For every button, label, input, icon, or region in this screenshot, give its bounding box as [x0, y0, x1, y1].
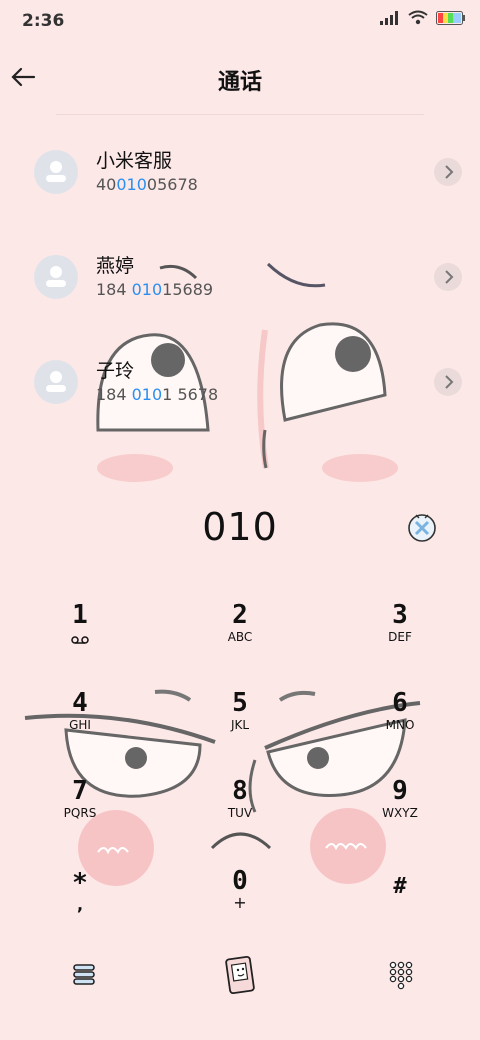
dialpad-key-2[interactable]: 2 ABC	[180, 600, 300, 644]
chevron-right-icon[interactable]	[434, 158, 462, 186]
contact-number: 184 01015689	[96, 280, 214, 299]
avatar	[34, 150, 78, 194]
dialpad-key-7[interactable]: 7 PQRS	[20, 776, 140, 820]
avatar	[34, 360, 78, 404]
chevron-right-icon[interactable]	[434, 368, 462, 396]
wifi-icon	[408, 10, 428, 25]
delete-icon[interactable]	[405, 510, 439, 544]
contact-row[interactable]: 子玲 184 0101 5678	[0, 350, 480, 420]
header-divider	[56, 114, 424, 115]
contact-row[interactable]: 燕婷 184 01015689	[0, 245, 480, 315]
menu-icon[interactable]	[72, 962, 98, 988]
dialpad-key-hash[interactable]: #	[340, 872, 460, 902]
dialpad-key-star[interactable]: *,	[20, 868, 140, 913]
avatar	[34, 255, 78, 299]
contact-name: 燕婷	[96, 255, 135, 277]
dialpad-key-4[interactable]: 4 GHI	[20, 688, 140, 732]
person-icon	[46, 161, 66, 182]
status-icons	[380, 10, 466, 26]
contact-name: 小米客服	[96, 150, 173, 172]
person-icon	[46, 371, 66, 392]
contact-number: 4001005678	[96, 175, 198, 194]
contact-number: 184 0101 5678	[96, 385, 219, 404]
dialpad-key-0[interactable]: 0 +	[180, 866, 300, 911]
contact-row[interactable]: 小米客服 4001005678	[0, 140, 480, 210]
person-icon	[46, 266, 66, 287]
phone-icon[interactable]	[223, 955, 257, 995]
signal-icon	[380, 11, 398, 25]
dialpad-key-5[interactable]: 5 JKL	[180, 688, 300, 732]
dialpad-key-1[interactable]: 1	[20, 600, 140, 649]
dialpad-key-8[interactable]: 8 TUV	[180, 776, 300, 820]
contact-name: 子玲	[96, 360, 135, 382]
battery-icon	[436, 11, 465, 25]
dialpad-icon[interactable]	[388, 960, 414, 990]
status-time: 2:36	[22, 11, 65, 31]
dialpad-key-3[interactable]: 3 DEF	[340, 600, 460, 644]
dialpad-key-6[interactable]: 6 MNO	[340, 688, 460, 732]
page-title: 通话	[217, 70, 262, 95]
dialpad-key-9[interactable]: 9 WXYZ	[340, 776, 460, 820]
voicemail-icon	[71, 636, 89, 644]
chevron-right-icon[interactable]	[434, 263, 462, 291]
